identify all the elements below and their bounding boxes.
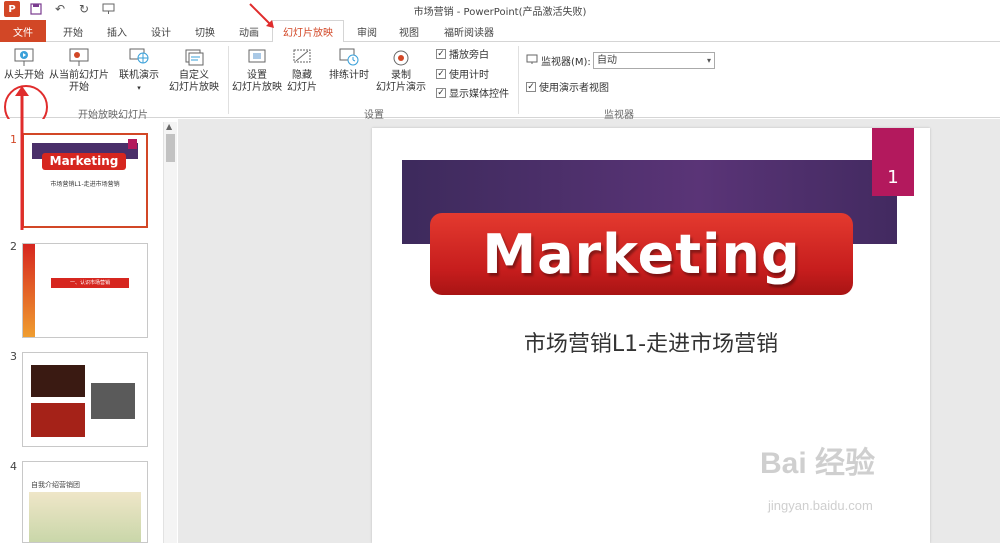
monitor-label: 监视器(M): [526, 53, 591, 68]
monitor-label-text: 监视器(M): [541, 57, 591, 68]
show-media-controls-checkbox[interactable]: ✓ 显示媒体控件 [436, 85, 509, 100]
hide-label-2: 幻灯片 [287, 82, 317, 93]
rehearse-label: 排练计时 [329, 70, 369, 81]
hide-slide-icon [290, 46, 314, 68]
thumb-label: 自我介绍营销团 [31, 481, 80, 489]
hide-slide-button[interactable]: 隐藏 幻灯片 [286, 46, 318, 94]
window-title: 市场营销 - PowerPoint(产品激活失败) [413, 7, 587, 18]
from-beginning-label: 从头开始 [4, 70, 44, 81]
scroll-up-icon[interactable]: ▲ [166, 122, 172, 131]
use-timings-label: 使用计时 [449, 70, 489, 81]
slideshow-current-icon [67, 46, 91, 68]
custom-label-2: 幻灯片放映 [169, 82, 219, 93]
from-current-label-2: 开始 [69, 82, 89, 93]
group-divider [228, 46, 229, 114]
globe-icon [127, 46, 151, 68]
thumb-side-bar [23, 244, 35, 337]
thumb-photo [91, 383, 135, 419]
ribbon-tabs: 文件 开始 插入 设计 切换 动画 幻灯片放映 审阅 视图 福昕阅读器 [0, 20, 1000, 43]
baidu-watermark-url: jingyan.baidu.com [768, 498, 873, 513]
tab-file[interactable]: 文件 [0, 20, 46, 42]
tab-foxit-reader[interactable]: 福昕阅读器 [436, 20, 502, 42]
show-media-label: 显示媒体控件 [449, 89, 509, 100]
play-narrations-checkbox[interactable]: ✓ 播放旁白 [436, 46, 489, 61]
rehearse-timings-button[interactable]: 排练计时 [326, 46, 372, 82]
tab-insert[interactable]: 插入 [100, 20, 134, 42]
slide-thumbnail-2[interactable]: 一、认识市场营销 [22, 243, 148, 338]
use-timings-checkbox[interactable]: ✓ 使用计时 [436, 66, 489, 81]
tab-slide-show[interactable]: 幻灯片放映 [272, 20, 344, 43]
slide-title[interactable]: Marketing [430, 213, 853, 295]
thumb-subtitle: 市场营销L1-走进市场营销 [50, 181, 120, 188]
thumb-number: 1 [10, 133, 17, 146]
thumb-number: 2 [10, 240, 17, 253]
scroll-thumb[interactable] [166, 134, 175, 162]
thumb-photo [31, 365, 85, 397]
tab-design[interactable]: 设计 [144, 20, 178, 42]
monitor-value: 自动 [597, 55, 617, 66]
online-present-label: 联机演示 [119, 70, 159, 81]
record-label-1: 录制 [391, 70, 411, 81]
check-icon: ✓ [436, 68, 446, 79]
group-divider [518, 46, 519, 114]
thumb-photo [29, 492, 141, 542]
thumb-photo [31, 403, 85, 437]
setup-label-1: 设置 [247, 70, 267, 81]
record-label-2: 幻灯片演示 [376, 82, 426, 93]
thumb-title: Marketing [42, 153, 126, 170]
online-present-button[interactable]: 联机演示 ▾ [116, 46, 162, 94]
slideshow-start-icon [12, 46, 36, 68]
thumb-number: 4 [10, 460, 17, 473]
chevron-down-icon: ▾ [706, 56, 711, 65]
slide-thumbnail-4[interactable]: 自我介绍营销团 [22, 461, 148, 543]
thumbnail-scrollbar[interactable]: ▲ [163, 122, 177, 543]
record-icon [389, 46, 413, 68]
from-beginning-button[interactable]: 从头开始 [2, 46, 46, 82]
chevron-down-icon: ▾ [137, 84, 141, 92]
thumb-number: 3 [10, 350, 17, 363]
check-icon: ✓ [526, 81, 536, 92]
check-icon: ✓ [436, 48, 446, 59]
slide-subtitle[interactable]: 市场营销L1-走进市场营销 [372, 326, 930, 358]
ribbon: 从头开始 从当前幻灯片 开始 联机演示 ▾ 自定义 幻灯片放映 开始放映幻灯片 … [0, 42, 1000, 129]
play-narrations-label: 播放旁白 [449, 50, 489, 61]
custom-label-1: 自定义 [179, 70, 209, 81]
thumb-label: 一、认识市场营销 [51, 278, 129, 288]
slide-thumbnail-3[interactable] [22, 352, 148, 447]
custom-slideshow-button[interactable]: 自定义 幻灯片放映 [162, 46, 226, 94]
monitor-dropdown[interactable]: 自动 ▾ [593, 52, 715, 69]
custom-show-icon [182, 46, 206, 68]
thumb-badge [128, 139, 137, 149]
baidu-watermark: Bai 经验 [760, 447, 876, 480]
tab-review[interactable]: 审阅 [350, 20, 384, 42]
setup-slideshow-button[interactable]: 设置 幻灯片放映 [232, 46, 282, 94]
presenter-view-label: 使用演示者视图 [539, 83, 609, 94]
tab-transitions[interactable]: 切换 [188, 20, 222, 42]
setup-icon [245, 46, 269, 68]
presenter-view-checkbox[interactable]: ✓ 使用演示者视图 [526, 79, 609, 94]
monitor-icon [526, 54, 538, 68]
tab-view[interactable]: 视图 [392, 20, 426, 42]
check-icon: ✓ [436, 87, 446, 98]
clock-icon [337, 46, 361, 68]
from-current-label-1: 从当前幻灯片 [49, 70, 109, 81]
slide-thumbnail-pane: 1 Marketing 市场营销L1-走进市场营销 2 一、认识市场营销 3 4… [0, 119, 178, 543]
slide-thumbnail-1[interactable]: Marketing 市场营销L1-走进市场营销 [22, 133, 148, 228]
hide-label-1: 隐藏 [292, 70, 312, 81]
tab-animations[interactable]: 动画 [232, 20, 266, 42]
slide-number-badge: 1 [872, 128, 914, 196]
title-bar: P ↶ ↻ 市场营销 - PowerPoint(产品激活失败) [0, 0, 1000, 18]
setup-label-2: 幻灯片放映 [232, 82, 282, 93]
from-current-slide-button[interactable]: 从当前幻灯片 开始 [48, 46, 110, 94]
tab-home[interactable]: 开始 [56, 20, 90, 42]
record-slideshow-button[interactable]: 录制 幻灯片演示 [372, 46, 430, 94]
